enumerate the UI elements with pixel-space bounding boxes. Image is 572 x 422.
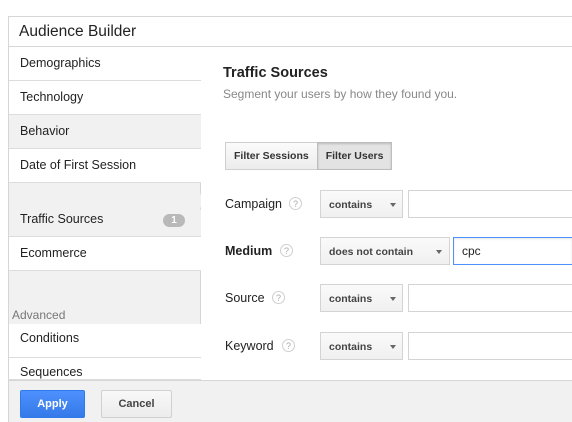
value-input[interactable] <box>453 237 572 265</box>
dialog-footer: Apply Cancel <box>8 380 572 422</box>
help-icon[interactable]: ? <box>289 197 302 210</box>
filter-row-medium: Medium ? does not contain <box>225 237 572 265</box>
filter-sessions-button[interactable]: Filter Sessions <box>225 142 318 170</box>
sidebar-item-label: Sequences <box>20 365 83 379</box>
sidebar-item-behavior[interactable]: Behavior <box>9 115 201 149</box>
operator-dropdown[interactable]: contains <box>320 284 403 312</box>
value-input[interactable] <box>408 190 572 218</box>
filter-users-button[interactable]: Filter Users <box>316 142 393 170</box>
filter-row-campaign: Campaign ? contains <box>225 190 572 218</box>
sidebar-item-demographics[interactable]: Demographics <box>9 47 201 81</box>
operator-dropdown[interactable]: contains <box>320 332 403 360</box>
count-badge: 1 <box>163 214 185 227</box>
dropdown-value: does not contain <box>329 246 413 258</box>
sidebar-item-label: Date of First Session <box>20 158 137 172</box>
filter-row-keyword: Keyword ? contains <box>225 332 572 360</box>
chevron-down-icon <box>436 250 442 254</box>
sidebar-item-label: Technology <box>20 90 84 104</box>
dropdown-value: contains <box>329 341 373 353</box>
filter-label: Medium <box>225 244 273 258</box>
sidebar-item-label: Behavior <box>20 124 70 138</box>
filter-label: Keyword <box>225 339 274 353</box>
sidebar-item-label: Ecommerce <box>20 246 87 260</box>
help-icon[interactable]: ? <box>282 339 295 352</box>
filter-row-source: Source ? contains <box>225 284 572 312</box>
sidebar: Demographics Technology Behavior Date of… <box>8 47 201 380</box>
sidebar-item-traffic-sources[interactable]: Traffic Sources 1 <box>9 203 201 237</box>
value-input[interactable] <box>408 284 572 312</box>
sidebar-item-date-of-first-session[interactable]: Date of First Session <box>9 149 201 183</box>
sidebar-section-advanced: Advanced <box>9 302 201 324</box>
help-icon[interactable]: ? <box>272 291 285 304</box>
title-bar: Audience Builder <box>8 16 572 47</box>
sidebar-item-label: Conditions <box>20 331 80 345</box>
dropdown-value: contains <box>329 199 373 211</box>
dropdown-value: contains <box>329 293 373 305</box>
apply-button[interactable]: Apply <box>20 390 85 418</box>
sidebar-item-sequences[interactable]: Sequences <box>9 358 201 380</box>
dialog-title: Audience Builder <box>19 23 137 40</box>
chevron-down-icon <box>390 297 396 301</box>
audience-builder-dialog: Audience Builder Demographics Technology… <box>8 16 572 422</box>
sidebar-item-label: Traffic Sources <box>20 212 104 226</box>
sidebar-item-ecommerce[interactable]: Ecommerce <box>9 237 201 271</box>
operator-dropdown[interactable]: contains <box>320 190 403 218</box>
filter-toggle: Filter Sessions Filter Users <box>225 142 393 170</box>
chevron-down-icon <box>390 203 396 207</box>
section-heading: Advanced <box>12 308 66 322</box>
sidebar-item-conditions[interactable]: Conditions <box>9 324 201 358</box>
filter-label: Campaign <box>225 197 282 211</box>
operator-dropdown[interactable]: does not contain <box>320 237 450 265</box>
section-subtitle: Segment your users by how they found you… <box>223 87 458 101</box>
main-panel: Traffic Sources Segment your users by ho… <box>201 47 572 380</box>
chevron-down-icon <box>390 345 396 349</box>
sidebar-item-technology[interactable]: Technology <box>9 81 201 115</box>
help-icon[interactable]: ? <box>280 244 293 257</box>
sidebar-item-label: Demographics <box>20 56 101 70</box>
value-input[interactable] <box>408 332 572 360</box>
section-title: Traffic Sources <box>223 65 328 81</box>
cancel-button[interactable]: Cancel <box>101 390 172 418</box>
filter-label: Source <box>225 291 265 305</box>
